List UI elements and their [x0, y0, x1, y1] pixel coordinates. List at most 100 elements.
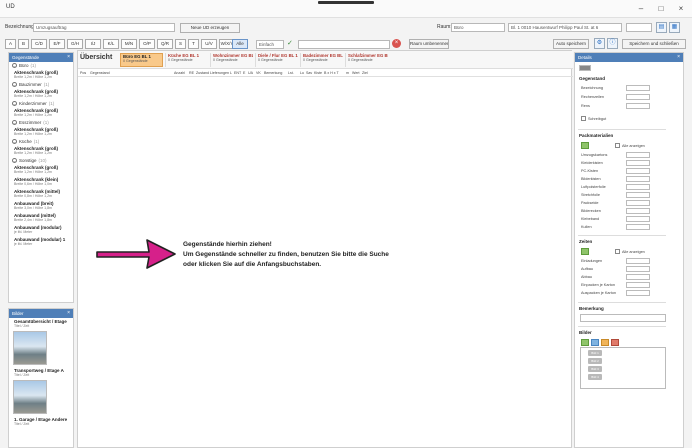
- column-header[interactable]: Lieferungen: [210, 71, 229, 75]
- column-header[interactable]: Ziel: [362, 71, 368, 75]
- folder-image-icon[interactable]: [601, 339, 609, 346]
- field-input[interactable]: [626, 282, 650, 288]
- field-input[interactable]: [626, 208, 650, 214]
- letter-button[interactable]: E/F: [49, 39, 65, 49]
- image-pill[interactable]: Bild 3: [588, 366, 602, 372]
- column-header[interactable]: Lu: [300, 71, 304, 75]
- pack-alle-checkbox[interactable]: [615, 143, 620, 148]
- column-header[interactable]: L: [230, 71, 232, 75]
- letter-button[interactable]: Q/R: [157, 39, 173, 49]
- field-input[interactable]: [626, 274, 650, 280]
- room-tab[interactable]: Büro EG BL 10 Gegenstände: [120, 53, 163, 67]
- room-tab[interactable]: Schlafzimmer EG BL 10 Gegenstände: [345, 53, 388, 67]
- room-group-header[interactable]: – Kinderzimmer (1): [9, 100, 73, 107]
- letter-button[interactable]: T: [188, 39, 199, 49]
- column-header[interactable]: Bemerkung: [264, 71, 282, 75]
- column-header[interactable]: Anzahl: [174, 71, 185, 75]
- settings-icon[interactable]: ⚙: [594, 38, 605, 49]
- column-header[interactable]: ENT: [234, 71, 241, 75]
- collapse-icon[interactable]: –: [12, 82, 17, 87]
- column-header[interactable]: E: [243, 71, 245, 75]
- collapse-icon[interactable]: –: [12, 101, 17, 106]
- letter-button[interactable]: A: [5, 39, 16, 49]
- image-pill[interactable]: Bild 1: [588, 350, 602, 356]
- collapse-icon[interactable]: –: [12, 139, 17, 144]
- column-header[interactable]: VK: [256, 71, 261, 75]
- letter-button[interactable]: M/N: [121, 39, 137, 49]
- tab-overview[interactable]: Übersicht: [80, 54, 112, 61]
- column-header[interactable]: B x H x T: [324, 71, 339, 75]
- field-input[interactable]: [626, 85, 650, 91]
- small-select[interactable]: [626, 23, 652, 32]
- clear-icon[interactable]: ×: [392, 39, 401, 48]
- room-group-header[interactable]: – Büro (1): [9, 62, 73, 69]
- bemerkung-input[interactable]: [580, 314, 666, 322]
- image-item[interactable]: Transportweg / Etage A Titel / Zeit: [9, 367, 73, 379]
- toggle-icon[interactable]: [579, 65, 591, 71]
- list-item[interactable]: Aktenschrank (groß) Breite 1,2m / Höhe 1,…: [9, 69, 73, 81]
- list-item[interactable]: Anbauwand (modular) 1 je lfd. Meter: [9, 236, 73, 248]
- field-input[interactable]: [626, 200, 650, 206]
- check-icon[interactable]: ✓: [287, 40, 296, 49]
- list-item[interactable]: Aktenschrank (klein) Breite 0,6m / Höhe 1…: [9, 176, 73, 188]
- letter-button[interactable]: U/V: [201, 39, 217, 49]
- new-room-button[interactable]: Raum umbenennen: [409, 39, 449, 49]
- list-item[interactable]: Aktenschrank (groß) Breite 1,2m / Höhe 1,…: [9, 88, 73, 100]
- room-tab[interactable]: Diele / Flur EG BL 10 Gegenstände: [255, 53, 298, 67]
- delete-image-icon[interactable]: [611, 339, 619, 346]
- images-close-icon[interactable]: ×: [67, 309, 70, 318]
- list-item[interactable]: Aktenschrank (mittel) Breite 0,8m / Höhe …: [9, 188, 73, 200]
- field-input[interactable]: [626, 216, 650, 222]
- list-item[interactable]: Aktenschrank (groß) Breite 1,2m / Höhe 1,…: [9, 126, 73, 138]
- field-input[interactable]: [626, 224, 650, 230]
- image-thumbnail[interactable]: [13, 331, 47, 365]
- column-header[interactable]: RE: [189, 71, 194, 75]
- column-header[interactable]: Sav: [306, 71, 312, 75]
- new-ud-button[interactable]: Neue UD erzeugen: [180, 23, 240, 33]
- add-image-icon[interactable]: [581, 339, 589, 346]
- raum-select[interactable]: Büro: [451, 23, 505, 32]
- einfach-select[interactable]: Einfach: [256, 40, 284, 49]
- column-header[interactable]: Lst.: [288, 71, 294, 75]
- field-input[interactable]: [626, 152, 650, 158]
- column-header[interactable]: Zustand: [196, 71, 209, 75]
- image-pill[interactable]: Bild 2: [588, 358, 602, 364]
- field-input[interactable]: [626, 266, 650, 272]
- field-input[interactable]: [626, 192, 650, 198]
- auto-save-button[interactable]: Auto speichern: [553, 39, 589, 49]
- letter-button[interactable]: S: [175, 39, 186, 49]
- room-tab[interactable]: Badezimmer EG BL 10 Gegenstände: [300, 53, 343, 67]
- room-group-header[interactable]: – Küche (1): [9, 138, 73, 145]
- field-input[interactable]: [626, 176, 650, 182]
- person-select[interactable]: Bl. 1 0010 Hausentwurf Philipp Paul St. …: [508, 23, 622, 32]
- list-item[interactable]: Anbauwand (mittel) Breite 2,4m / Höhe 1,8…: [9, 212, 73, 224]
- room-tab[interactable]: Küche EG BL 10 Gegenstände: [165, 53, 208, 67]
- info-icon[interactable]: ⓘ: [607, 38, 618, 49]
- letter-button[interactable]: C/D: [31, 39, 47, 49]
- title-grip[interactable]: [318, 1, 374, 4]
- column-header[interactable]: Pos: [80, 71, 86, 75]
- search-input[interactable]: [298, 40, 390, 49]
- field-input[interactable]: [626, 160, 650, 166]
- alle-button[interactable]: Alle: [232, 39, 248, 49]
- column-header[interactable]: Gegenstand: [90, 71, 110, 75]
- column-header[interactable]: Kiste: [314, 71, 322, 75]
- column-header[interactable]: Wert: [352, 71, 360, 75]
- image-thumbnail[interactable]: [13, 380, 47, 414]
- folder-icon[interactable]: ▤: [656, 22, 667, 33]
- list-item[interactable]: Aktenschrank (groß) Breite 1,2m / Höhe 1,…: [9, 107, 73, 119]
- details-close-icon[interactable]: ×: [677, 53, 680, 62]
- image-item[interactable]: 1. Garage / Etage Andere Titel / Zeit: [9, 416, 73, 428]
- collapse-icon[interactable]: –: [12, 120, 17, 125]
- add-packmaterial-icon[interactable]: [581, 142, 589, 149]
- room-tab[interactable]: Wohnzimmer EG BL 10 Gegenstände: [210, 53, 253, 67]
- minimize-button[interactable]: –: [634, 3, 648, 15]
- letter-button[interactable]: I/J: [85, 39, 101, 49]
- close-button[interactable]: ×: [674, 3, 688, 15]
- list-item[interactable]: Anbauwand (modular) je lfd. Meter: [9, 224, 73, 236]
- save-close-button[interactable]: Speichern und schließen: [622, 39, 686, 49]
- field-input[interactable]: [626, 184, 650, 190]
- column-header[interactable]: m: [346, 71, 349, 75]
- room-group-header[interactable]: – Sonstige (10): [9, 157, 73, 164]
- list-item[interactable]: Anbauwand (breit) Breite 3,0m / Höhe 1,8m: [9, 200, 73, 212]
